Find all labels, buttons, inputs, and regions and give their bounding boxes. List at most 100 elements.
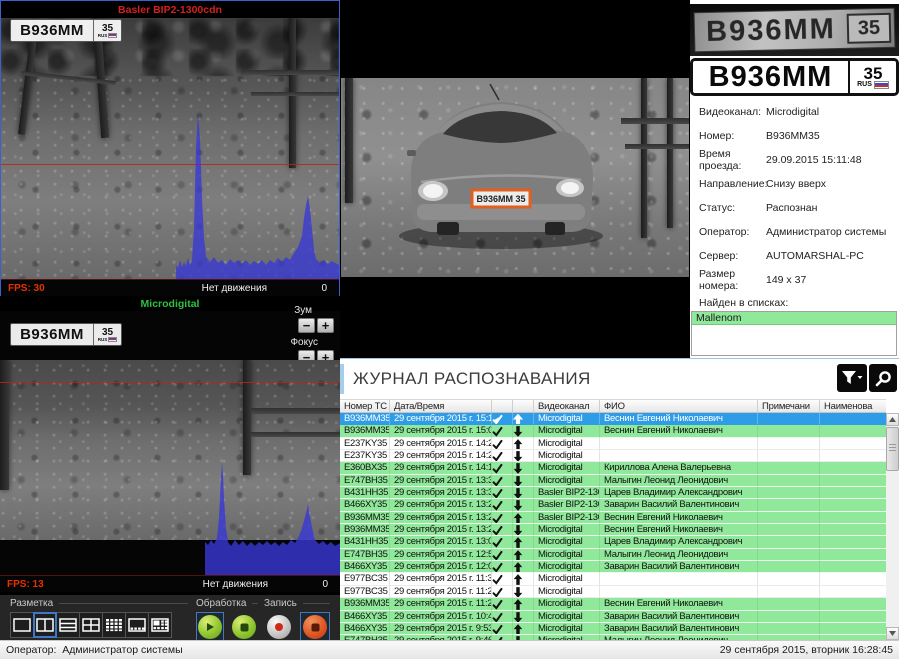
column-header[interactable]: Наименова <box>820 400 886 412</box>
journal-row[interactable]: E237KY35 29 сентября 2015 г. 14:26:11 Mi… <box>340 450 886 462</box>
cell-name: Малыгин Леонид Леонидович <box>600 475 758 487</box>
layout-2x2-button[interactable] <box>79 612 103 638</box>
cell-channel: Microdigital <box>534 573 600 585</box>
cell-plate: B466XY35 <box>340 561 390 573</box>
layout-single-button[interactable] <box>10 612 34 638</box>
journal-row[interactable]: B466XY35 29 сентября 2015 г. 13:28:48 Ba… <box>340 499 886 511</box>
column-header[interactable]: Дата/Время <box>390 400 492 412</box>
camera2-fps: FPS: 13 <box>7 579 44 590</box>
car-plate-text: B936MM 35 <box>476 194 525 204</box>
main-video-view[interactable]: B936MM 35 <box>340 0 690 358</box>
plate-number: B936MM <box>693 61 848 93</box>
column-header[interactable] <box>513 400 534 412</box>
histogram-overlay <box>176 110 339 279</box>
scroll-up-button[interactable] <box>886 413 899 426</box>
cell-recognized <box>492 425 513 437</box>
check-icon <box>492 550 503 561</box>
play-icon <box>205 622 215 632</box>
journal-row[interactable]: B466XY35 29 сентября 2015 г. 9:53:11 Mic… <box>340 623 886 635</box>
car-rear-view: B936MM 35 <box>381 84 621 254</box>
scroll-down-button[interactable] <box>886 627 899 640</box>
journal-row[interactable]: B936MM35 29 сентября 2015 г. 11:21:59 Mi… <box>340 598 886 610</box>
journal-row[interactable]: B466XY35 29 сентября 2015 г. 10:43:19 Mi… <box>340 611 886 623</box>
cell-recognized <box>492 499 513 511</box>
journal-row[interactable]: E977BC35 29 сентября 2015 г. 11:28:49 Mi… <box>340 586 886 598</box>
cell-recognized <box>492 573 513 585</box>
detail-value: 149 x 37 <box>766 274 899 286</box>
detail-value: 29.09.2015 15:11:48 <box>766 154 899 166</box>
cell-channel: Microdigital <box>534 536 600 548</box>
cell-recognized <box>492 487 513 499</box>
cell-direction <box>513 536 534 548</box>
layout-mixed-grid-button[interactable] <box>148 612 172 638</box>
processing-start-button[interactable] <box>196 612 224 642</box>
journal-row[interactable]: B466XY35 29 сентября 2015 г. 12:06:41 Mi… <box>340 561 886 573</box>
detail-value: B936MM35 <box>766 130 899 142</box>
layout-2x2-icon <box>82 618 100 632</box>
zoom-out-button[interactable]: − <box>298 318 315 333</box>
layout-two-columns-icon <box>36 618 54 632</box>
layout-main-bottom-button[interactable] <box>125 612 149 638</box>
column-header[interactable]: Номер ТС <box>340 400 390 412</box>
detail-row: Размер номера: 149 x 37 <box>690 268 899 292</box>
list-item[interactable]: Mallenom <box>692 312 896 325</box>
cell-datetime: 29 сентября 2015 г. 10:43:19 <box>390 611 492 623</box>
cell-plate: B936MM35 <box>340 512 390 524</box>
cell-channel: Microdigital <box>534 524 600 536</box>
journal-row[interactable]: B431HH35 29 сентября 2015 г. 13:32:18 Ba… <box>340 487 886 499</box>
journal-table-rows: B936MM35 29 сентября 2015 г. 15:11:48 Mi… <box>340 413 886 640</box>
journal-row[interactable]: B936MM35 29 сентября 2015 г. 15:11:48 Mi… <box>340 413 886 425</box>
cell-datetime: 29 сентября 2015 г. 14:13:23 <box>390 462 492 474</box>
plate-photo-number: B936MM <box>695 12 848 48</box>
record-stop-button[interactable] <box>300 612 330 642</box>
plate-photo-region: 35 <box>847 13 892 44</box>
journal-row[interactable]: B431HH35 29 сентября 2015 г. 13:02:32 Mi… <box>340 536 886 548</box>
layout-two-columns-button[interactable] <box>33 612 57 638</box>
gate-post <box>345 78 353 203</box>
check-icon <box>492 513 503 524</box>
cell-listname <box>820 586 886 598</box>
layout-grid-button[interactable] <box>102 612 126 638</box>
record-start-button[interactable] <box>264 612 294 642</box>
detail-value: Microdigital <box>766 106 899 118</box>
journal-scrollbar[interactable] <box>886 413 899 640</box>
app-statusbar: Оператор: Администратор системы 29 сентя… <box>0 640 899 659</box>
direction-down-icon <box>513 476 523 487</box>
check-icon <box>492 537 503 548</box>
system-datetime: 29 сентября 2015, вторник 16:28:45 <box>720 644 893 656</box>
column-header[interactable]: Видеоканал <box>534 400 600 412</box>
camera-panel-1[interactable]: Basler BIP2-1300cdn B936MM 35 RUS <box>0 0 340 296</box>
cell-listname <box>820 487 886 499</box>
cell-recognized <box>492 623 513 635</box>
zoom-in-button[interactable]: + <box>317 318 334 333</box>
layout-rows-button[interactable] <box>56 612 80 638</box>
camera2-motion-count: 0 <box>322 579 328 590</box>
journal-row[interactable]: B936MM35 29 сентября 2015 г. 15:05:14 Mi… <box>340 425 886 437</box>
journal-row[interactable]: E977BC35 29 сентября 2015 г. 11:30:53 Mi… <box>340 573 886 585</box>
search-button[interactable] <box>869 364 897 392</box>
cell-name: Заварин Василий Валентинович <box>600 623 758 635</box>
camera2-controls: B936MM 35 RUS <box>0 311 340 360</box>
journal-row[interactable]: B936MM35 29 сентября 2015 г. 13:21:07 Mi… <box>340 524 886 536</box>
cell-channel: Microdigital <box>534 475 600 487</box>
column-header[interactable]: Примечани <box>758 400 820 412</box>
journal-row[interactable]: E747BH35 29 сентября 2015 г. 12:58:07 Mi… <box>340 549 886 561</box>
journal-row[interactable]: B936MM35 29 сентября 2015 г. 13:23:45 Ba… <box>340 512 886 524</box>
filter-button[interactable] <box>837 364 867 392</box>
lists-box[interactable]: Mallenom <box>691 311 897 356</box>
journal-row[interactable]: E747BH35 29 сентября 2015 г. 13:34:52 Mi… <box>340 475 886 487</box>
scrollbar-thumb[interactable] <box>886 427 899 471</box>
cell-recognized <box>492 462 513 474</box>
processing-stop-button[interactable] <box>230 612 258 642</box>
cell-datetime: 29 сентября 2015 г. 15:11:48 <box>390 413 492 425</box>
camera-panel-2[interactable]: Microdigital B936MM 35 RUS Зум −+ Фокус … <box>0 296 340 595</box>
journal-row[interactable]: E360BX35 29 сентября 2015 г. 14:13:23 Mi… <box>340 462 886 474</box>
cell-channel: Microdigital <box>534 425 600 437</box>
cell-direction <box>513 573 534 585</box>
column-header[interactable] <box>492 400 513 412</box>
column-header[interactable]: ФИО <box>600 400 758 412</box>
cell-note <box>758 536 820 548</box>
layout-grid-icon <box>105 618 123 632</box>
journal-row[interactable]: E237KY35 29 сентября 2015 г. 14:29:20 Mi… <box>340 438 886 450</box>
direction-up-icon <box>513 414 523 425</box>
